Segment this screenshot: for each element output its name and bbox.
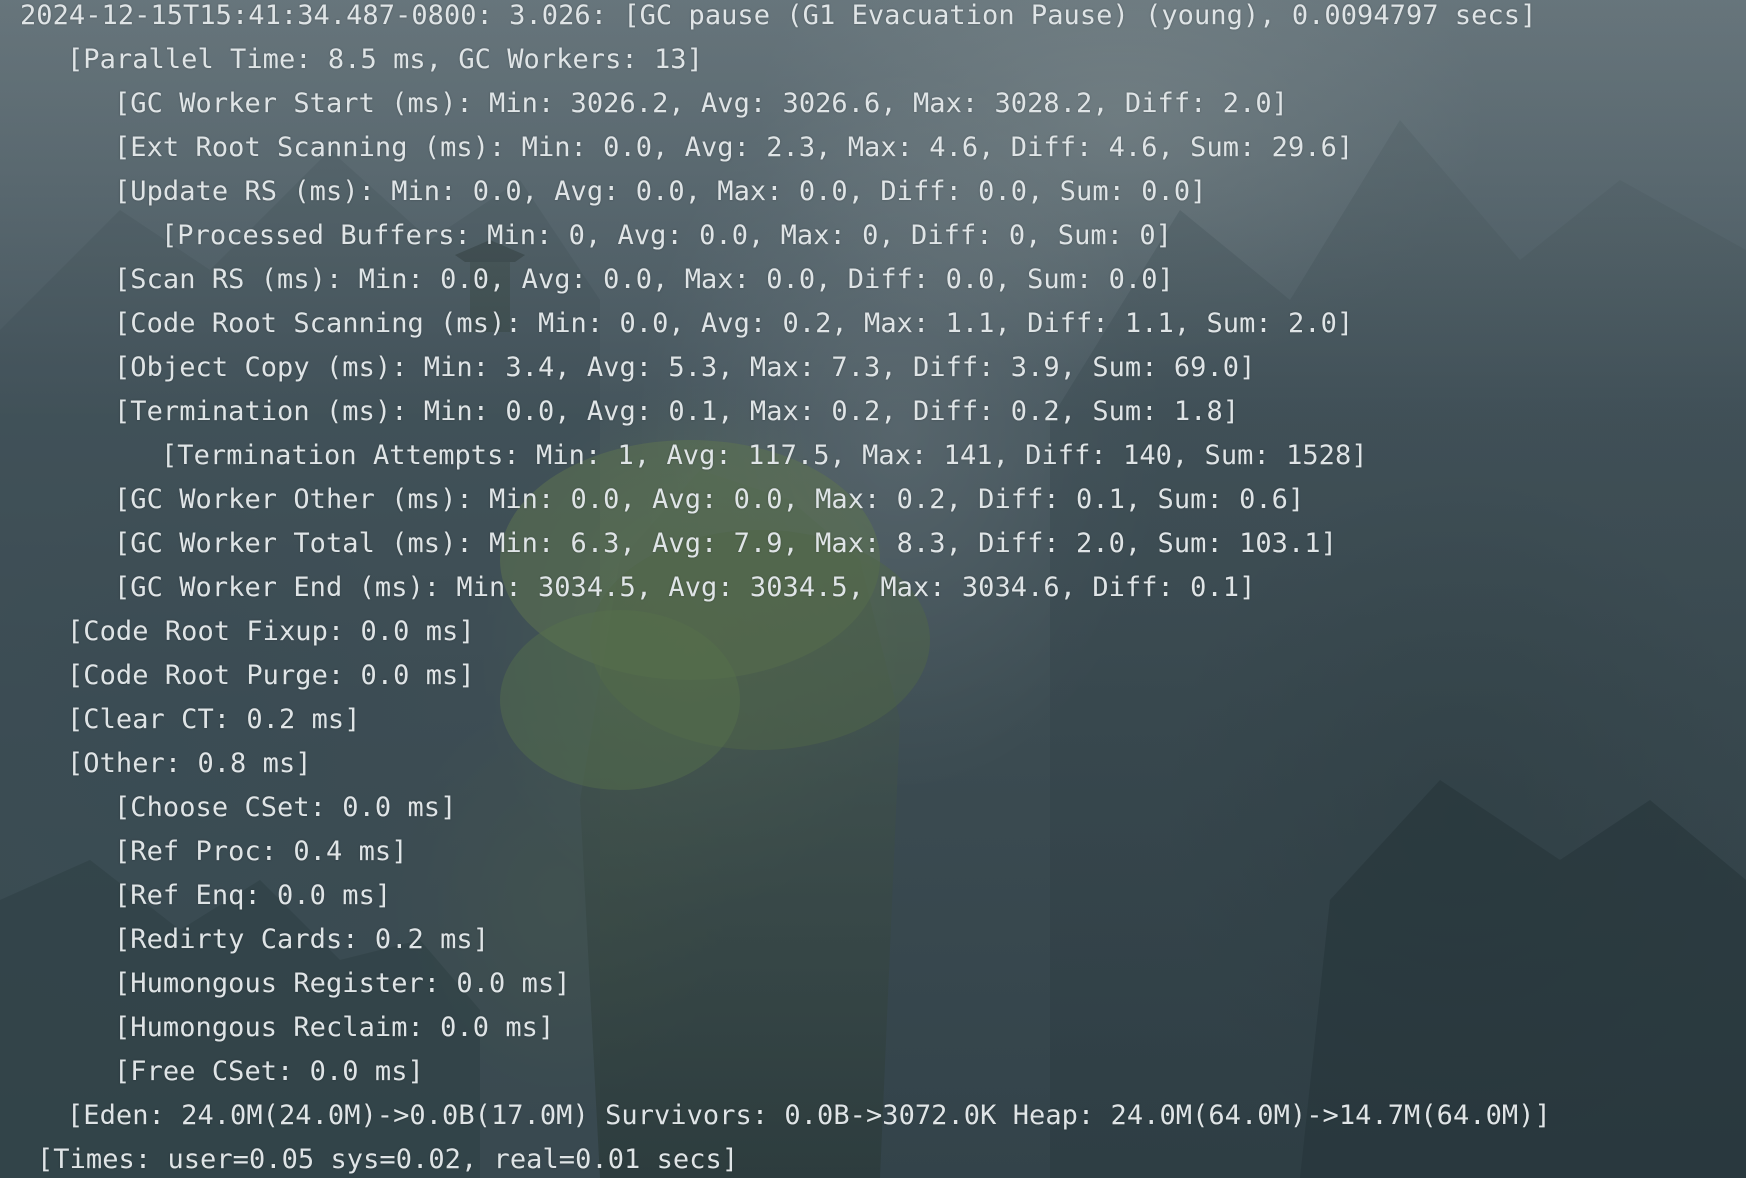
log-line[interactable]: [Eden: 24.0M(24.0M)->0.0B(17.0M) Survivo… xyxy=(67,1094,1551,1138)
log-line[interactable]: [Termination (ms): Min: 0.0, Avg: 0.1, M… xyxy=(114,390,1239,434)
log-line[interactable]: [GC Worker End (ms): Min: 3034.5, Avg: 3… xyxy=(114,566,1255,610)
log-line[interactable]: [Humongous Reclaim: 0.0 ms] xyxy=(114,1006,554,1050)
log-line[interactable]: [Clear CT: 0.2 ms] xyxy=(67,698,361,742)
log-line[interactable]: [Code Root Fixup: 0.0 ms] xyxy=(67,610,475,654)
log-line[interactable]: [Times: user=0.05 sys=0.02, real=0.01 se… xyxy=(37,1138,738,1178)
log-line[interactable]: 2024-12-15T15:41:34.487-0800: 3.026: [GC… xyxy=(20,0,1536,38)
log-line[interactable]: [Object Copy (ms): Min: 3.4, Avg: 5.3, M… xyxy=(114,346,1255,390)
log-line[interactable]: [GC Worker Other (ms): Min: 0.0, Avg: 0.… xyxy=(114,478,1304,522)
log-line[interactable]: [Parallel Time: 8.5 ms, GC Workers: 13] xyxy=(67,38,703,82)
log-line[interactable]: [Code Root Scanning (ms): Min: 0.0, Avg:… xyxy=(114,302,1353,346)
log-line[interactable]: [Scan RS (ms): Min: 0.0, Avg: 0.0, Max: … xyxy=(114,258,1174,302)
log-line[interactable]: [Humongous Register: 0.0 ms] xyxy=(114,962,571,1006)
log-line[interactable]: [GC Worker Total (ms): Min: 6.3, Avg: 7.… xyxy=(114,522,1337,566)
log-line[interactable]: [Free CSet: 0.0 ms] xyxy=(114,1050,424,1094)
log-line[interactable]: [Ref Proc: 0.4 ms] xyxy=(114,830,408,874)
log-line[interactable]: [Choose CSet: 0.0 ms] xyxy=(114,786,456,830)
log-line[interactable]: [Redirty Cards: 0.2 ms] xyxy=(114,918,489,962)
log-line[interactable]: [Ext Root Scanning (ms): Min: 0.0, Avg: … xyxy=(114,126,1353,170)
log-line[interactable]: [Ref Enq: 0.0 ms] xyxy=(114,874,391,918)
log-line[interactable]: [Other: 0.8 ms] xyxy=(67,742,312,786)
console-output-panel[interactable]: 2024-12-15T15:41:34.487-0800: 3.026: [GC… xyxy=(0,0,1746,1178)
log-line[interactable]: [Termination Attempts: Min: 1, Avg: 117.… xyxy=(161,434,1368,478)
log-line[interactable]: [GC Worker Start (ms): Min: 3026.2, Avg:… xyxy=(114,82,1288,126)
log-line[interactable]: [Update RS (ms): Min: 0.0, Avg: 0.0, Max… xyxy=(114,170,1206,214)
log-line[interactable]: [Processed Buffers: Min: 0, Avg: 0.0, Ma… xyxy=(161,214,1172,258)
log-line[interactable]: [Code Root Purge: 0.0 ms] xyxy=(67,654,475,698)
